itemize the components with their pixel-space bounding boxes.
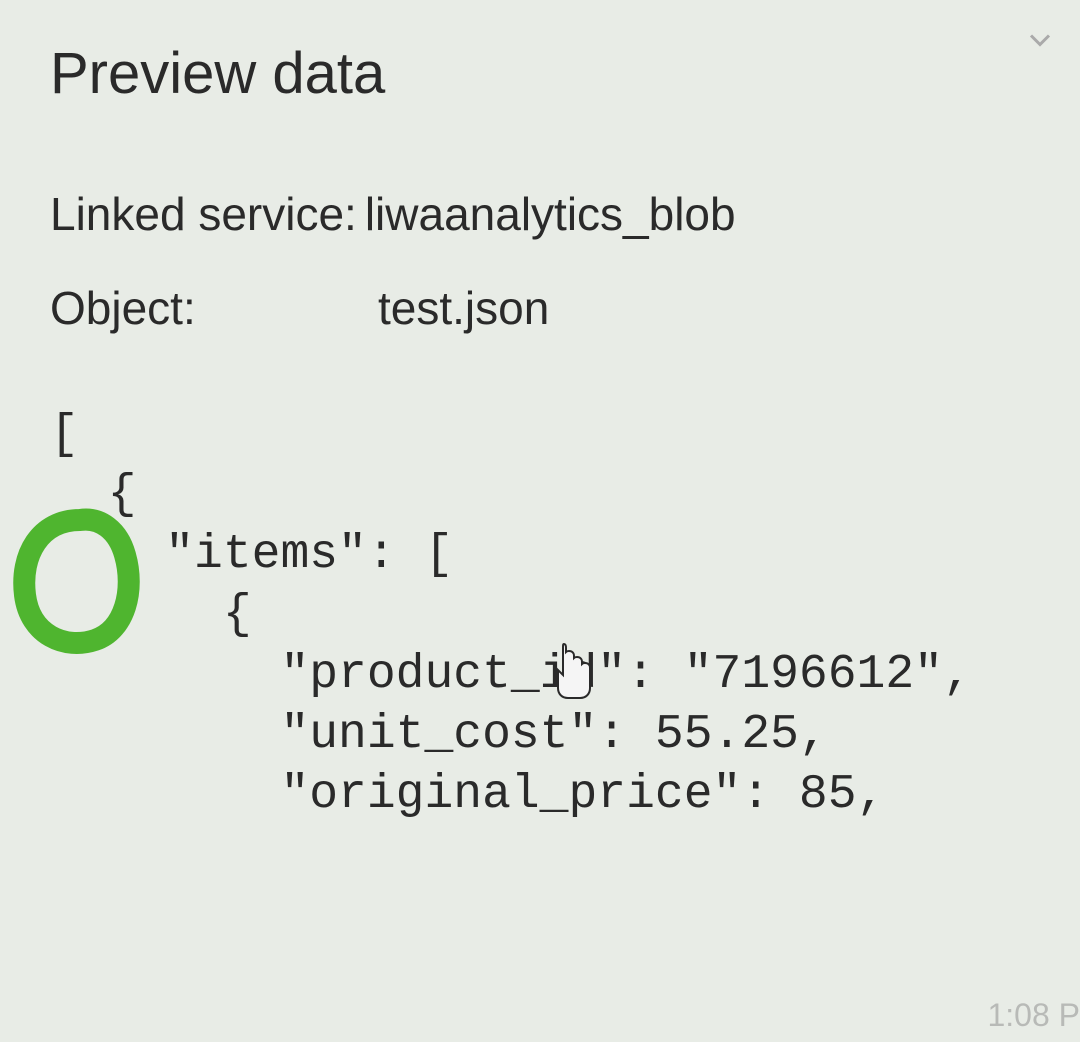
object-row: Object: test.json — [50, 281, 1030, 335]
code-line: "original_price": 85, — [50, 768, 885, 822]
object-value: test.json — [378, 281, 549, 335]
code-line: { — [50, 468, 136, 522]
code-line: "items": [ — [50, 528, 453, 582]
object-label: Object: — [50, 281, 370, 335]
linked-service-value: liwaanalytics_blob — [365, 187, 736, 241]
clock-overlay: 1:08 P — [987, 997, 1080, 1034]
code-line: { — [50, 588, 252, 642]
linked-service-label: Linked service: — [50, 187, 357, 241]
json-code-block: [ { "items": [ { "product_id": "7196612"… — [50, 405, 1030, 825]
code-line: "unit_cost": 55.25, — [50, 708, 828, 762]
code-line: [ — [50, 408, 79, 462]
linked-service-row: Linked service: liwaanalytics_blob — [50, 187, 1030, 241]
preview-data-panel: Preview data Linked service: liwaanalyti… — [0, 0, 1080, 1042]
panel-title: Preview data — [50, 40, 1030, 107]
code-line: "product_id": "7196612", — [50, 648, 972, 702]
chevron-down-icon[interactable] — [1020, 20, 1060, 60]
